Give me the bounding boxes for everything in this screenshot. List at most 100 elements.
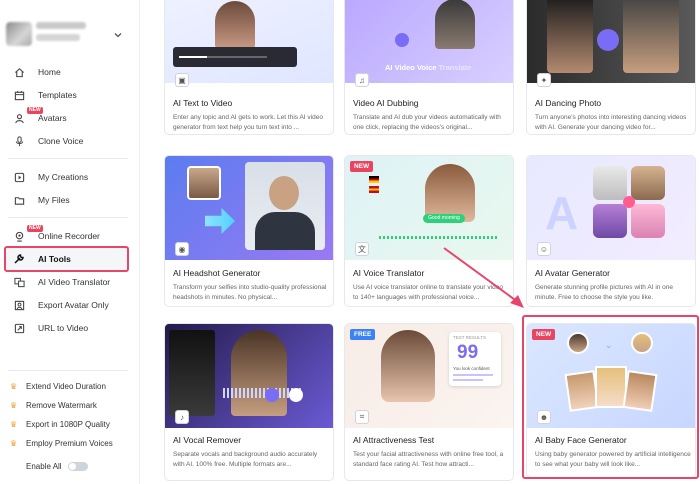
card-thumbnail: A <box>527 156 695 260</box>
photo-before <box>547 0 593 73</box>
card-thumbnail: FREE TEST RESULTS 99 You look confident <box>345 324 513 428</box>
tool-card-ai-attractiveness-test[interactable]: FREE TEST RESULTS 99 You look confident … <box>344 323 514 481</box>
nav-label: AI Video Translator <box>38 277 111 287</box>
nav-export-avatar-only[interactable]: Export Avatar Only <box>6 293 128 317</box>
perk-item[interactable]: ♛ Remove Watermark <box>10 401 97 410</box>
free-badge: FREE <box>350 329 376 340</box>
enable-all-text: Enable All <box>26 462 62 471</box>
card-description: Generate stunning profile pictures with … <box>535 284 674 301</box>
arrow-graphic <box>205 208 235 234</box>
nav-label: Avatars <box>38 113 67 123</box>
perk-item[interactable]: ♛ Employ Premium Voices <box>10 439 113 448</box>
face-scan-icon: ⌗ <box>355 410 369 424</box>
card-thumbnail <box>165 156 333 260</box>
perk-label: Employ Premium Voices <box>26 439 113 448</box>
nav-label: Home <box>38 67 61 77</box>
avatar-sample <box>631 204 665 238</box>
mute-icon <box>289 388 303 402</box>
card-title: AI Attractiveness Test <box>353 435 435 445</box>
annotation-arrow <box>443 247 524 308</box>
tool-card-ai-vocal-remover[interactable]: ♪ AI Vocal Remover Separate vocals and b… <box>164 323 334 481</box>
thumbnail-text: Translate <box>438 63 472 72</box>
selfie-image <box>187 166 221 200</box>
translate-icon <box>13 276 25 288</box>
link-icon <box>13 322 25 334</box>
card-thumbnail <box>165 324 333 428</box>
tool-card-ai-dancing-photo[interactable]: ✦ AI Dancing Photo Turn anyone's photos … <box>526 0 696 135</box>
chevron-down-icon[interactable] <box>113 30 123 40</box>
card-thumbnail <box>165 0 333 83</box>
person-icon <box>265 388 279 402</box>
card-description: Translate and AI dub your videos automat… <box>353 114 501 131</box>
nav-label: AI Tools <box>38 254 71 264</box>
nav-label: Export Avatar Only <box>38 300 109 310</box>
dot-graphic <box>623 196 635 208</box>
avatar-sample <box>631 166 665 200</box>
nav-label: Online Recorder <box>38 231 100 241</box>
crown-icon: ♛ <box>10 382 18 391</box>
tool-card-ai-avatar-generator[interactable]: A ☺ AI Avatar Generator Generate stunnin… <box>526 155 696 307</box>
nav-ai-video-translator[interactable]: AI Video Translator <box>6 270 128 294</box>
avatar-icon: ☺ <box>537 242 551 256</box>
card-description: Turn anyone's photos into interesting da… <box>535 114 687 131</box>
user-email-blurred <box>36 34 80 41</box>
video-player-bar <box>173 47 297 67</box>
nav-my-creations[interactable]: My Creations <box>6 165 128 189</box>
score-panel: TEST RESULTS 99 You look confident <box>449 332 501 386</box>
headshot-image <box>245 162 325 250</box>
tool-card-ai-text-to-video[interactable]: ▣ AI Text to Video Enter any topic and A… <box>164 0 334 135</box>
perk-item[interactable]: ♛ Export in 1080P Quality <box>10 420 110 429</box>
circle-thumbnail <box>597 29 619 51</box>
card-title: AI Text to Video <box>173 98 233 108</box>
score-caption: You look confident <box>453 366 490 371</box>
crown-icon: ♛ <box>10 401 18 410</box>
nav-label: My Creations <box>38 172 89 182</box>
nav-online-recorder[interactable]: NEW Online Recorder <box>6 224 128 248</box>
export-avatar-icon <box>13 299 25 311</box>
card-description: Transform your selfies into studio-quali… <box>173 284 327 301</box>
enable-all-toggle[interactable] <box>68 462 88 471</box>
avatar-sample <box>593 166 627 200</box>
presenter-image <box>435 0 475 49</box>
play-square-icon <box>13 171 25 183</box>
card-title: AI Headshot Generator <box>173 268 261 278</box>
highlight-box <box>522 315 699 479</box>
microphone-icon <box>13 135 25 147</box>
nav-ai-tools[interactable]: AI Tools <box>4 246 129 272</box>
templates-icon <box>13 89 25 101</box>
nav-avatars[interactable]: NEW Avatars <box>6 106 128 130</box>
photo-after <box>623 0 679 73</box>
tool-card-ai-headshot-generator[interactable]: ◉ AI Headshot Generator Transform your s… <box>164 155 334 307</box>
thumbnail-text: AI Video Voice <box>385 63 437 72</box>
flag-icon <box>369 186 379 193</box>
new-badge: NEW <box>350 161 374 172</box>
subtitle-bubble: Good morning <box>423 214 465 223</box>
webcam-icon: NEW <box>13 225 43 242</box>
divider <box>8 217 128 218</box>
mic-icon <box>395 33 409 47</box>
presenter-image <box>215 1 255 49</box>
nav-url-to-video[interactable]: URL to Video <box>6 316 128 340</box>
singer-image <box>231 330 287 416</box>
vocal-icon: ♪ <box>175 410 189 424</box>
user-avatar[interactable] <box>6 22 32 46</box>
perk-label: Remove Watermark <box>26 401 97 410</box>
perk-label: Extend Video Duration <box>26 382 106 391</box>
card-title: AI Avatar Generator <box>535 268 610 278</box>
card-title: Video AI Dubbing <box>353 98 419 108</box>
nav-templates[interactable]: Templates <box>6 83 128 107</box>
nav-home[interactable]: Home <box>6 60 128 84</box>
video-icon: ▣ <box>175 73 189 87</box>
nav-label: Templates <box>38 90 77 100</box>
perk-item[interactable]: ♛ Extend Video Duration <box>10 382 106 391</box>
card-title: AI Voice Translator <box>353 268 425 278</box>
face-image <box>381 330 435 402</box>
new-badge: NEW <box>27 225 43 232</box>
nav-my-files[interactable]: My Files <box>6 188 128 212</box>
card-title: AI Vocal Remover <box>173 435 242 445</box>
tool-card-video-ai-dubbing[interactable]: AI Video Voice Translate ♫ Video AI Dubb… <box>344 0 514 135</box>
nav-label: Clone Voice <box>38 136 84 146</box>
nav-clone-voice[interactable]: Clone Voice <box>6 129 128 153</box>
new-badge: NEW <box>27 107 43 114</box>
card-description: Separate vocals and background audio acc… <box>173 451 318 468</box>
